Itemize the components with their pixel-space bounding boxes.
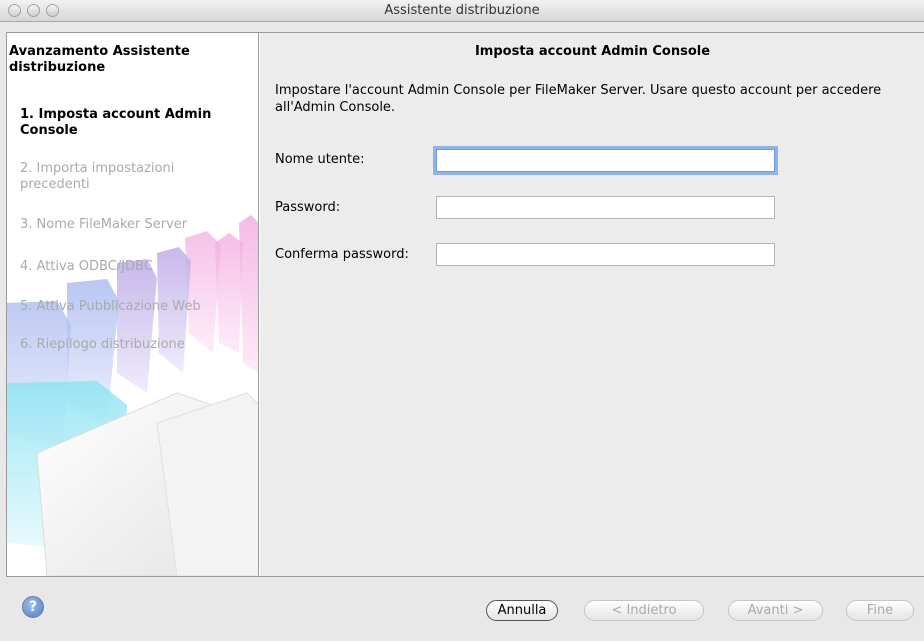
- step-import-settings: 2. Importa impostazioni precedenti: [20, 161, 175, 192]
- next-button[interactable]: Avanti >: [728, 600, 823, 621]
- progress-sidebar: Avanzamento Assistente distribuzione 1. …: [7, 33, 259, 576]
- cancel-button[interactable]: Annulla: [486, 600, 558, 621]
- sidebar-title: Avanzamento Assistente distribuzione: [9, 44, 190, 75]
- step-admin-account: 1. Imposta account Admin Console: [20, 107, 212, 138]
- window-title: Assistente distribuzione: [384, 3, 540, 18]
- content-panel: Imposta account Admin Console Impostare …: [260, 33, 924, 576]
- page-description: Impostare l'account Admin Console per Fi…: [275, 83, 882, 115]
- page-title: Imposta account Admin Console: [474, 44, 711, 59]
- finish-button[interactable]: Fine: [846, 600, 914, 621]
- step-odbc-jdbc: 4. Attiva ODBC/JDBC: [20, 259, 153, 274]
- step-server-name: 3. Nome FileMaker Server: [20, 217, 188, 232]
- title-bar: Assistente distribuzione: [0, 0, 924, 22]
- step-web-publishing: 5. Attiva Pubblicazione Web: [20, 299, 201, 314]
- confirm-password-label: Conferma password:: [275, 247, 409, 262]
- password-label: Password:: [275, 200, 341, 215]
- question-icon: ?: [28, 599, 38, 615]
- confirm-password-input[interactable]: [436, 243, 775, 266]
- button-bar: ? Annulla < Indietro Avanti > Fine: [0, 580, 924, 641]
- wizard-body: Avanzamento Assistente distribuzione 1. …: [6, 32, 924, 577]
- username-input[interactable]: [436, 149, 775, 172]
- password-input[interactable]: [436, 196, 775, 219]
- username-label: Nome utente:: [275, 152, 365, 167]
- back-button[interactable]: < Indietro: [584, 600, 704, 621]
- step-summary: 6. Riepilogo distribuzione: [20, 337, 185, 352]
- help-button[interactable]: ?: [22, 596, 44, 618]
